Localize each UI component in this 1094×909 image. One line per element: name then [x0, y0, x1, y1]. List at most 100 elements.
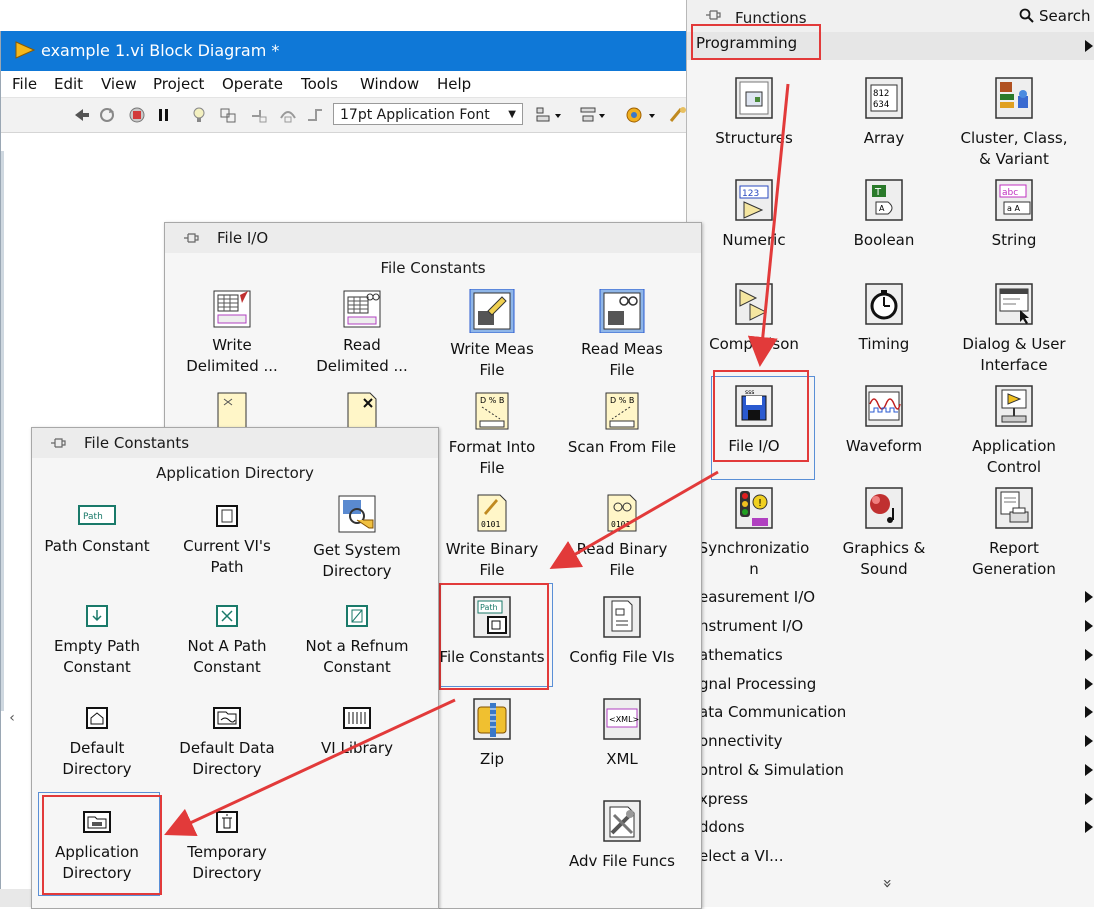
svg-text:T: T	[874, 187, 882, 198]
submenu-arrow-icon	[1085, 649, 1093, 661]
fc-item-system-directory[interactable]: Get System Directory	[292, 494, 422, 582]
menu-help[interactable]: Help	[437, 75, 471, 93]
file-constants-header: File Constants	[32, 428, 438, 458]
functions-item-report[interactable]: Report Generation	[949, 484, 1079, 580]
category-control-simulation[interactable]: ontrol & Simulation	[687, 756, 1094, 784]
fc-item-path-constant[interactable]: Path Path Constant	[32, 502, 162, 557]
file-io-item-label: Adv File Funcs	[569, 852, 675, 870]
step-over-icon[interactable]	[279, 106, 297, 124]
functions-item-cluster[interactable]: Cluster, Class, & Variant	[949, 74, 1079, 170]
dialog-icon	[995, 283, 1033, 325]
fc-item-not-a-path[interactable]: Not A Path Constant	[162, 602, 292, 678]
file-io-item-format-into[interactable]: D % B Format Into File	[427, 391, 557, 479]
functions-item-structures[interactable]: Structures	[689, 74, 819, 149]
fc-item-temporary-directory[interactable]: Temporary Directory	[162, 808, 292, 884]
menu-operate[interactable]: Operate	[222, 75, 283, 93]
fc-item-not-a-refnum[interactable]: Not a Refnum Constant	[292, 602, 422, 678]
functions-item-waveform[interactable]: Waveform	[819, 382, 949, 457]
pin-icon[interactable]	[183, 232, 199, 244]
category-mathematics[interactable]: athematics	[687, 641, 1094, 669]
fc-item-label: Current VI's Path	[183, 537, 271, 576]
file-io-item-write-meas[interactable]: Write Meas File	[427, 289, 557, 381]
functions-item-graphics[interactable]: Graphics & Sound	[819, 484, 949, 580]
fc-item-empty-path[interactable]: Empty Path Constant	[32, 602, 162, 678]
svg-text:0101: 0101	[611, 520, 630, 529]
file-io-item-adv-file[interactable]: Adv File Funcs	[557, 797, 687, 872]
file-io-item-label: Zip	[480, 750, 504, 768]
menu-project[interactable]: Project	[153, 75, 204, 93]
functions-item-numeric[interactable]: 123 Numeric	[689, 176, 819, 251]
file-io-item-write-delimited[interactable]: Write Delimited ...	[167, 289, 297, 377]
functions-item-label: Array	[863, 129, 905, 147]
menu-window[interactable]: Window	[360, 75, 419, 93]
file-constants-highlight	[439, 583, 549, 690]
file-io-item-read-delimited[interactable]: Read Delimited ...	[297, 289, 427, 377]
font-select[interactable]: 17pt Application Font ▼	[333, 103, 523, 125]
category-signal-processing[interactable]: gnal Processing	[687, 670, 1094, 698]
functions-item-array[interactable]: 812 634 Array	[819, 74, 949, 149]
vi-library-icon	[343, 707, 371, 729]
functions-item-label: Boolean	[853, 231, 915, 249]
fc-item-default-data-directory[interactable]: Default Data Directory	[162, 704, 292, 780]
svg-text:0101: 0101	[481, 520, 500, 529]
pause-icon[interactable]	[155, 106, 173, 124]
submenu-arrow-icon	[1085, 735, 1093, 747]
fc-item-label: Path Constant	[44, 537, 150, 555]
fc-item-default-directory[interactable]: Default Directory	[32, 704, 162, 780]
category-select-vi[interactable]: elect a VI...	[687, 842, 1094, 870]
file-io-item-scan-from[interactable]: D % B Scan From File	[557, 391, 687, 458]
file-io-item-read-binary[interactable]: 0101 Read Binary File	[557, 493, 687, 581]
search-button[interactable]: Search	[1017, 6, 1094, 28]
fc-item-label: VI Library	[321, 739, 393, 757]
application-control-icon	[995, 385, 1033, 427]
functions-item-synchronization[interactable]: ! Synchronizatio n	[689, 484, 819, 580]
svg-text:abc: abc	[1002, 188, 1018, 198]
file-io-item-label: Write Meas File	[450, 340, 534, 379]
category-measurement[interactable]: easurement I/O	[687, 583, 1094, 611]
menu-tools[interactable]: Tools	[301, 75, 338, 93]
title-bar[interactable]: example 1.vi Block Diagram *	[1, 31, 701, 71]
functions-item-boolean[interactable]: TA Boolean	[819, 176, 949, 251]
reorder-icon[interactable]	[625, 106, 659, 124]
functions-item-dialog[interactable]: Dialog & User Interface	[949, 280, 1079, 376]
functions-item-timing[interactable]: Timing	[819, 280, 949, 355]
abort-icon[interactable]	[128, 106, 146, 124]
fc-item-label: Temporary Directory	[187, 843, 267, 882]
file-io-item-zip[interactable]: Zip	[427, 695, 557, 770]
pin-icon[interactable]	[705, 9, 721, 21]
functions-item-app-control[interactable]: Application Control	[949, 382, 1079, 478]
category-instrument[interactable]: nstrument I/O	[687, 612, 1094, 640]
category-data-communication[interactable]: ata Communication	[687, 698, 1094, 726]
file-io-header: File I/O	[165, 223, 701, 253]
category-addons[interactable]: ddons	[687, 813, 1094, 841]
menu-edit[interactable]: Edit	[54, 75, 83, 93]
dropdown-arrow-icon: ▼	[508, 109, 516, 120]
report-generation-icon	[995, 487, 1033, 529]
functions-item-label: Structures	[715, 129, 793, 147]
scroll-left-button[interactable]: ‹	[1, 707, 23, 729]
step-into-icon[interactable]	[250, 106, 268, 124]
run-continuously-icon[interactable]	[98, 106, 116, 124]
menu-file[interactable]: File	[12, 75, 37, 93]
fc-item-current-vi-path[interactable]: Current VI's Path	[162, 502, 292, 578]
functions-item-comparison[interactable]: Comparison	[689, 280, 819, 355]
menu-view[interactable]: View	[101, 75, 137, 93]
step-out-icon[interactable]	[306, 106, 324, 124]
file-io-item-xml[interactable]: <XML> XML	[557, 695, 687, 770]
distribute-objects-icon[interactable]	[579, 106, 607, 124]
functions-item-string[interactable]: abc a A String	[949, 176, 1079, 251]
file-io-item-write-binary[interactable]: 0101 Write Binary File	[427, 493, 557, 581]
expand-more-icon[interactable]: »	[878, 879, 897, 889]
not-a-refnum-icon	[346, 605, 368, 627]
category-express[interactable]: xpress	[687, 785, 1094, 813]
fc-item-vi-library[interactable]: VI Library	[292, 704, 422, 759]
run-arrow-icon[interactable]	[73, 106, 91, 124]
align-objects-icon[interactable]	[535, 106, 563, 124]
retain-wire-values-icon[interactable]	[219, 106, 237, 124]
file-io-item-config-file[interactable]: Config File VIs	[557, 593, 687, 668]
highlight-execution-icon[interactable]	[190, 106, 208, 124]
pin-icon[interactable]	[50, 437, 66, 449]
category-connectivity[interactable]: onnectivity	[687, 727, 1094, 755]
file-io-item-read-meas[interactable]: Read Meas File	[557, 289, 687, 381]
comparison-icon	[735, 283, 773, 325]
